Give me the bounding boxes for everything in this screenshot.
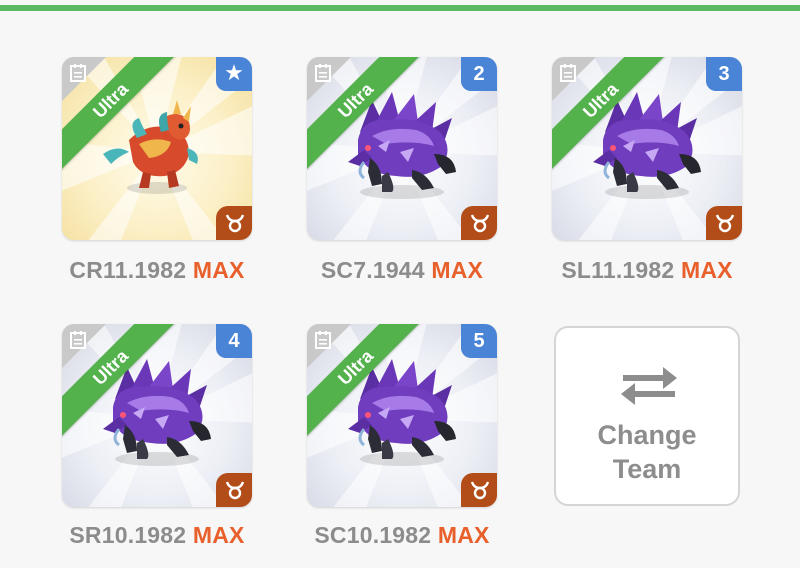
monster-caption: SC10.1982 MAX (282, 522, 522, 549)
slot-badge: 3 (706, 57, 742, 91)
monster-caption: SL11.1982 MAX (527, 257, 767, 284)
element-badge (706, 206, 742, 240)
monster-code: SR10.1982 (69, 522, 187, 548)
slot-number: 4 (228, 330, 240, 352)
notes-icon[interactable] (315, 64, 331, 82)
monster-caption: SR10.1982 MAX (37, 522, 277, 549)
level-max-label: MAX (680, 257, 733, 283)
monster-caption: CR11.1982 MAX (37, 257, 277, 284)
element-badge (216, 206, 252, 240)
change-team-label: Change Team (597, 420, 697, 484)
top-bar (0, 0, 800, 11)
element-badge (461, 206, 497, 240)
top-accent-line (0, 5, 800, 11)
monster-code: SC7.1944 (320, 257, 425, 283)
notes-icon[interactable] (560, 64, 576, 82)
taurus-icon (225, 481, 245, 500)
notes-icon[interactable] (70, 331, 86, 349)
slot-badge: 5 (461, 324, 497, 358)
monster-caption: SC7.1944 MAX (282, 257, 522, 284)
taurus-icon (470, 214, 490, 233)
level-max-label: MAX (431, 257, 484, 283)
taurus-icon (715, 214, 735, 233)
slot-number: 3 (718, 63, 730, 85)
slot-badge: ★ (216, 57, 252, 91)
taurus-icon (470, 481, 490, 500)
monster-card[interactable]: Ultra 3 (552, 57, 742, 240)
monster-card[interactable]: Ultra 2 (307, 57, 497, 240)
star-icon: ★ (224, 60, 244, 85)
slot-number: 5 (473, 330, 485, 352)
monster-code: SL11.1982 (561, 257, 675, 283)
element-badge (216, 473, 252, 507)
taurus-icon (225, 214, 245, 233)
slot-badge: 4 (216, 324, 252, 358)
notes-icon[interactable] (315, 331, 331, 349)
monster-code: SC10.1982 (314, 522, 432, 548)
monster-card[interactable]: Ultra 4 (62, 324, 252, 507)
level-max-label: MAX (437, 522, 490, 548)
notes-icon[interactable] (70, 64, 86, 82)
monster-card[interactable]: Ultra 5 (307, 324, 497, 507)
level-max-label: MAX (192, 257, 245, 283)
element-badge (461, 473, 497, 507)
slot-number: 2 (473, 63, 485, 85)
swap-arrows-icon (621, 367, 677, 405)
slot-badge: 2 (461, 57, 497, 91)
monster-card[interactable]: Ultra ★ (62, 57, 252, 240)
change-team-button[interactable]: Change Team (554, 326, 740, 506)
monster-code: CR11.1982 (69, 257, 187, 283)
level-max-label: MAX (192, 522, 245, 548)
